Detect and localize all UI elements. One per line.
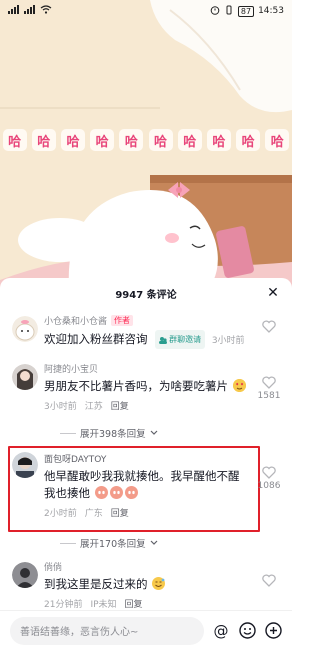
caption-haha-tile: 哈 [265, 129, 290, 151]
comment-text: 男朋友不比薯片香吗，为啥要吃薯片 [44, 379, 228, 393]
comment-time: 3小时前 [211, 336, 245, 346]
caption-haha-tile: 哈 [2, 129, 27, 151]
signal-icon [8, 5, 20, 17]
caption-haha-tile: 哈 [31, 129, 56, 151]
expand-replies-button[interactable]: 展开170条回复 [60, 536, 158, 550]
group-icon [159, 336, 168, 344]
avatar[interactable] [12, 452, 38, 478]
heart-icon [262, 466, 276, 479]
like-button[interactable] [254, 320, 284, 335]
comment-text: 欢迎加入粉丝群咨询 [44, 332, 148, 346]
comment-time: 2小时前 [44, 509, 77, 519]
heart-icon [262, 320, 276, 333]
avatar[interactable] [12, 364, 38, 390]
vibrate-icon [224, 5, 234, 18]
chevron-down-icon [150, 430, 158, 435]
caption-haha-tile: 哈 [177, 129, 202, 151]
battery-indicator: 87 [237, 5, 255, 17]
angry-face-emoji-icon [109, 486, 123, 499]
clock: 14:53 [258, 6, 284, 16]
sweat-smile-emoji-icon [152, 577, 166, 590]
comment-text: 到我这里是反过来的 [44, 577, 148, 591]
heart-icon [262, 376, 276, 389]
caption-haha-tile: 哈 [206, 129, 231, 151]
video-player[interactable]: 哈哈哈哈哈哈哈哈哈哈 [0, 0, 292, 300]
reply-button[interactable]: 回复 [125, 597, 143, 610]
like-count: 1086 [257, 481, 281, 491]
comment-username[interactable]: 阿捷的小宝贝 [44, 362, 98, 375]
like-button[interactable]: 1581 [254, 376, 284, 401]
reply-button[interactable]: 回复 [111, 399, 129, 412]
caption-haha-row: 哈哈哈哈哈哈哈哈哈哈 [0, 128, 292, 152]
angry-face-emoji-icon [124, 486, 138, 499]
like-button[interactable] [254, 574, 284, 589]
status-bar: 87 14:53 [0, 0, 292, 22]
at-icon[interactable]: @ [212, 622, 230, 640]
heart-icon [262, 574, 276, 587]
caption-haha-tile: 哈 [60, 129, 85, 151]
comment-time: 21分钟前 [44, 600, 83, 610]
angry-face-emoji-icon [94, 486, 108, 499]
hearteyes-emoji-icon [232, 379, 246, 392]
expand-replies-button[interactable]: 展开398条回复 [60, 426, 158, 440]
caption-haha-tile: 哈 [148, 129, 173, 151]
comment-input-bar: 善语结善缘，恶言伤人心~ @ [0, 610, 292, 650]
comment-panel: 9947 条评论 ✕ 小仓桑和小仓酱 作者 欢迎加入粉丝群咨询 群聊邀请 3小时… [0, 278, 292, 650]
caption-haha-tile: 哈 [90, 129, 115, 151]
chevron-down-icon [150, 540, 158, 545]
close-icon[interactable]: ✕ [266, 286, 280, 300]
image-icon[interactable] [264, 622, 282, 640]
comment-time: 3小时前 [44, 402, 77, 412]
signal-2-icon [24, 5, 36, 17]
like-count: 1581 [257, 391, 281, 401]
caption-haha-tile: 哈 [236, 129, 261, 151]
avatar[interactable] [12, 562, 38, 588]
comment-input[interactable]: 善语结善缘，恶言伤人心~ [10, 616, 204, 645]
wifi-icon [40, 5, 52, 17]
like-button[interactable]: 1086 [254, 466, 284, 491]
reply-button[interactable]: 回复 [111, 506, 129, 519]
comment-location: IP未知 [90, 600, 117, 610]
alarm-icon [210, 5, 220, 18]
comment-username[interactable]: 面包呀DAYTOY [44, 452, 106, 465]
emoji-icon[interactable] [238, 622, 256, 640]
comment-username[interactable]: 倘倘 [44, 560, 62, 573]
comment-location: 江苏 [84, 402, 103, 412]
caption-haha-tile: 哈 [119, 129, 144, 151]
author-badge: 作者 [111, 315, 134, 326]
comment-username[interactable]: 小仓桑和小仓酱 [44, 314, 107, 327]
group-chat-chip[interactable]: 群聊邀请 [155, 330, 206, 349]
comment-count-title: 9947 条评论 [115, 289, 177, 301]
comment-location: 广东 [84, 509, 103, 519]
avatar[interactable] [12, 316, 38, 342]
comment-text: 他早醒敢吵我我就揍他。我早醒他不醒我也揍他 [44, 469, 240, 500]
